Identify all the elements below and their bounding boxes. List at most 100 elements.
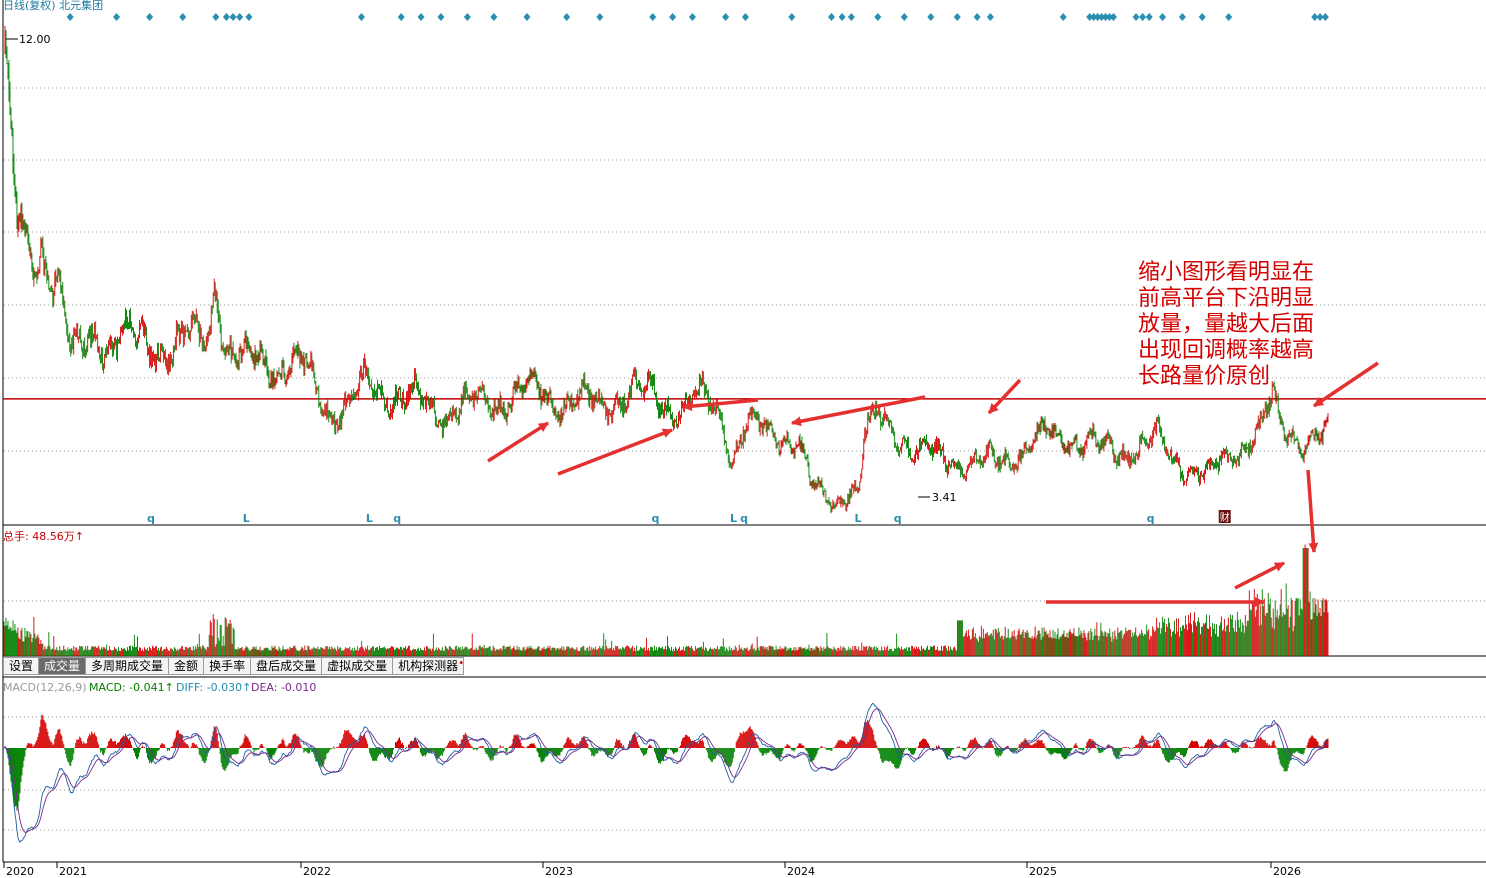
diamond-marker [236, 13, 244, 21]
new-dot-icon: • [458, 658, 465, 669]
price-high-value: 12.00 [19, 33, 51, 46]
diamond-marker [900, 13, 908, 21]
diamond-marker [229, 13, 237, 21]
event-marker-L: L [366, 512, 373, 525]
candlestick-series [4, 25, 1329, 514]
diamond-marker [741, 13, 749, 21]
chart-header-title: 日线(复权) 北元集团 [3, 0, 103, 12]
diamond-marker [463, 13, 471, 21]
diamond-marker [874, 13, 882, 21]
diamond-marker [838, 13, 846, 21]
x-axis: 2020 2021 2022 2023 2024 2025 2026 [3, 862, 1301, 878]
x-tick-label: 2025 [1029, 865, 1057, 878]
diamond-marker [973, 13, 981, 21]
diamond-marker [669, 13, 677, 21]
diamond-marker [927, 13, 935, 21]
event-marker-q: q [651, 512, 659, 525]
diamond-marker [1178, 13, 1186, 21]
diamond-marker [1145, 13, 1153, 21]
annotation-line: 长路量价原创 [1138, 364, 1270, 389]
dea-value: DEA: -0.010 [251, 681, 316, 694]
event-marker-L: L [730, 512, 737, 525]
x-tick-label: 2022 [303, 865, 331, 878]
event-marker-q: q [740, 512, 748, 525]
tab-label: 成交量 [44, 659, 81, 673]
diamond-marker [113, 13, 121, 21]
diamond-marker [66, 13, 74, 21]
diamond-marker [596, 13, 604, 21]
diamond-marker [222, 13, 230, 21]
finance-marker: 财 [1220, 511, 1230, 524]
annotation-arrow [1234, 561, 1285, 590]
volume-label: 总手: 48.56万↑ [3, 529, 84, 543]
stock-chart: qLLqqLqLqq财 日线(复权) 北元集团 12.00 3.41 总手: 4… [2, 0, 1486, 878]
event-marker-L: L [854, 512, 861, 525]
diamond-marker [986, 13, 994, 21]
tab-label: 金额 [174, 659, 199, 673]
tab-5[interactable]: 盘后成交量 [251, 657, 323, 675]
price-high-label: 12.00 [6, 33, 51, 46]
price-low-value: 3.41 [932, 491, 957, 504]
diamond-marker [722, 13, 730, 21]
tab-4[interactable]: 换手率 [204, 657, 252, 675]
tab-label: 设置 [9, 659, 34, 673]
volume-bars [3, 544, 1329, 656]
tab-label: 虚拟成交量 [327, 659, 388, 673]
x-tick-label: 2021 [59, 865, 87, 878]
x-tick-label: 2026 [1273, 865, 1301, 878]
macd-value: MACD: -0.041↑ [89, 681, 174, 694]
diamond-marker [649, 13, 657, 21]
annotation-line: 前高平台下沿明显 [1138, 286, 1314, 311]
x-tick-label: 2023 [545, 865, 573, 878]
annotation-text: 缩小图形看明显在 前高平台下沿明显 放量，量越大后面 出现回调概率越高 长路量价… [1138, 260, 1314, 389]
tab-3[interactable]: 金额 [169, 657, 205, 675]
tab-label: 多周期成交量 [91, 659, 164, 673]
x-tick-label: 2020 [6, 865, 34, 878]
diamond-marker [490, 13, 498, 21]
diamond-marker [953, 13, 961, 21]
event-marker-q: q [393, 512, 401, 525]
tab-label: 盘后成交量 [256, 659, 317, 673]
tab-0[interactable]: 设置 [3, 657, 40, 675]
macd-indicator [3, 702, 1329, 843]
diamond-marker [1132, 13, 1140, 21]
annotation-line: 放量，量越大后面 [1138, 312, 1314, 337]
annotation-arrow [791, 395, 926, 427]
diamond-marker [788, 13, 796, 21]
tab-label: 换手率 [209, 659, 246, 673]
price-low-label: 3.41 [918, 491, 957, 504]
event-marker-q: q [147, 512, 155, 525]
diamond-marker [1110, 13, 1118, 21]
diamond-marker [1198, 13, 1206, 21]
diamond-marker [437, 13, 445, 21]
event-marker-L: L [243, 512, 250, 525]
diamond-marker [1159, 13, 1166, 21]
tab-1[interactable]: 成交量 [39, 657, 87, 675]
annotation-arrow [682, 398, 759, 412]
diamond-marker [1225, 13, 1233, 21]
diamond-marker [245, 13, 253, 21]
diamond-marker [212, 13, 220, 21]
annotation-arrow [557, 428, 673, 476]
diamond-marker [397, 13, 405, 21]
annotation-line: 缩小图形看明显在 [1138, 260, 1314, 285]
macd-legend: MACD(12,26,9) MACD: -0.041↑ DIFF: -0.030… [3, 681, 316, 694]
diamond-marker [523, 13, 531, 21]
event-marker-q: q [894, 512, 902, 525]
tab-7[interactable]: 机构探测器 • [393, 657, 465, 675]
tab-6[interactable]: 虚拟成交量 [322, 657, 394, 675]
indicator-tabs: 设置 成交量 多周期成交量 金额 换手率 盘后成交量 虚拟成交量 机构探测器 • [3, 657, 465, 675]
dea-line [3, 708, 1329, 833]
tab-label: 机构探测器 [398, 659, 459, 673]
diff-value: DIFF: -0.030↑ [176, 681, 251, 694]
grid-lines [4, 87, 1486, 831]
x-tick-label: 2024 [787, 865, 815, 878]
diamond-marker [688, 13, 696, 21]
diamond-marker [847, 13, 855, 21]
tab-2[interactable]: 多周期成交量 [86, 657, 170, 675]
event-marker-q: q [1147, 512, 1155, 525]
diamond-marker [1059, 13, 1067, 21]
diff-line [3, 702, 1329, 843]
diamond-marker [1139, 13, 1147, 21]
annotation-line: 出现回调概率越高 [1138, 338, 1314, 363]
